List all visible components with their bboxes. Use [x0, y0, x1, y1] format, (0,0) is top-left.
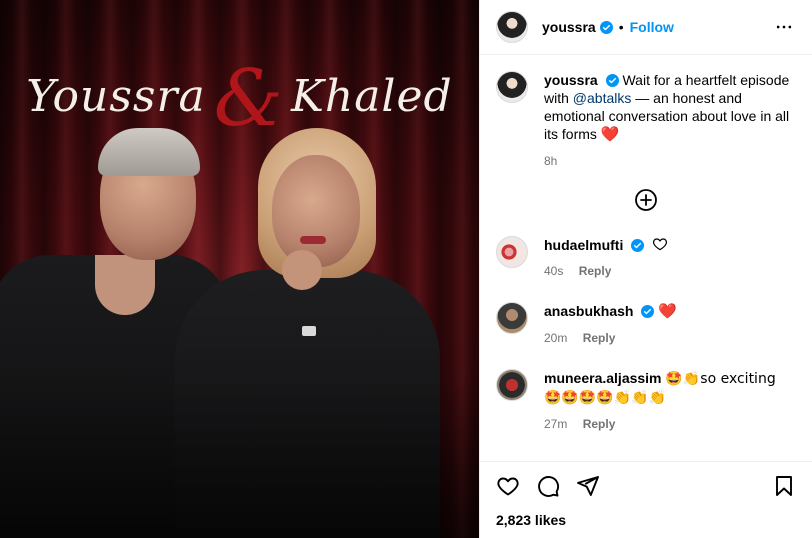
separator-dot: • — [618, 19, 624, 35]
post-sidebar: youssra • Follow youssra Wait for a hear… — [479, 0, 812, 538]
verified-badge-icon — [599, 20, 613, 34]
post-actions: 2,823 likes — [480, 461, 812, 538]
follow-button[interactable]: Follow — [630, 19, 674, 35]
reply-button[interactable]: Reply — [579, 264, 612, 278]
comment-timestamp: 27m — [544, 417, 568, 431]
like-heart-icon[interactable] — [496, 474, 520, 498]
post-view: Youssra & Khaled youssra • Follow youssr… — [0, 0, 812, 538]
caption-timestamp: 8h — [544, 154, 558, 168]
post-header: youssra • Follow — [480, 0, 812, 55]
comment-item: anasbukhash ❤️ 20m Reply — [496, 302, 796, 347]
author-avatar[interactable] — [496, 11, 528, 43]
verified-badge-icon — [605, 74, 619, 87]
caption-username[interactable]: youssra — [544, 72, 598, 88]
commenter-avatar[interactable] — [496, 236, 528, 268]
post-image[interactable]: Youssra & Khaled — [0, 0, 479, 538]
comment-bubble-icon[interactable] — [536, 474, 560, 498]
caption-heart-emoji: ❤️ — [600, 126, 620, 143]
save-bookmark-icon[interactable] — [772, 474, 796, 498]
commenter-avatar[interactable] — [496, 302, 528, 334]
share-send-icon[interactable] — [576, 474, 600, 498]
post-caption: youssra Wait for a heartfelt episode wit… — [496, 71, 796, 170]
reply-button[interactable]: Reply — [583, 331, 616, 345]
caption-mention-link[interactable]: @abtalks — [573, 90, 632, 106]
load-more-comments-icon[interactable] — [634, 188, 658, 212]
comment-timestamp: 40s — [544, 264, 564, 278]
comment-username[interactable]: muneera.aljassim — [544, 370, 662, 386]
verified-badge-icon — [641, 305, 655, 318]
comment-like-icon[interactable] — [652, 236, 668, 252]
likes-count[interactable]: 2,823 likes — [496, 512, 796, 528]
comments-section: youssra Wait for a heartfelt episode wit… — [480, 55, 812, 461]
comment-item: hudaelmufti 40s Reply — [496, 236, 796, 280]
comment-username[interactable]: anasbukhash — [544, 303, 633, 319]
comment-text: ❤️ — [658, 303, 677, 320]
image-shadow — [0, 378, 479, 538]
comment-timestamp: 20m — [544, 331, 568, 345]
more-options-icon[interactable] — [772, 15, 796, 39]
caption-avatar[interactable] — [496, 71, 528, 103]
verified-badge-icon — [631, 239, 645, 252]
author-username[interactable]: youssra — [542, 19, 596, 35]
comment-username[interactable]: hudaelmufti — [544, 237, 623, 253]
comment-item: muneera.aljassim 🤩👏so exciting 🤩🤩🤩🤩👏👏👏 2… — [496, 369, 796, 433]
commenter-avatar[interactable] — [496, 369, 528, 401]
reply-button[interactable]: Reply — [583, 417, 616, 431]
